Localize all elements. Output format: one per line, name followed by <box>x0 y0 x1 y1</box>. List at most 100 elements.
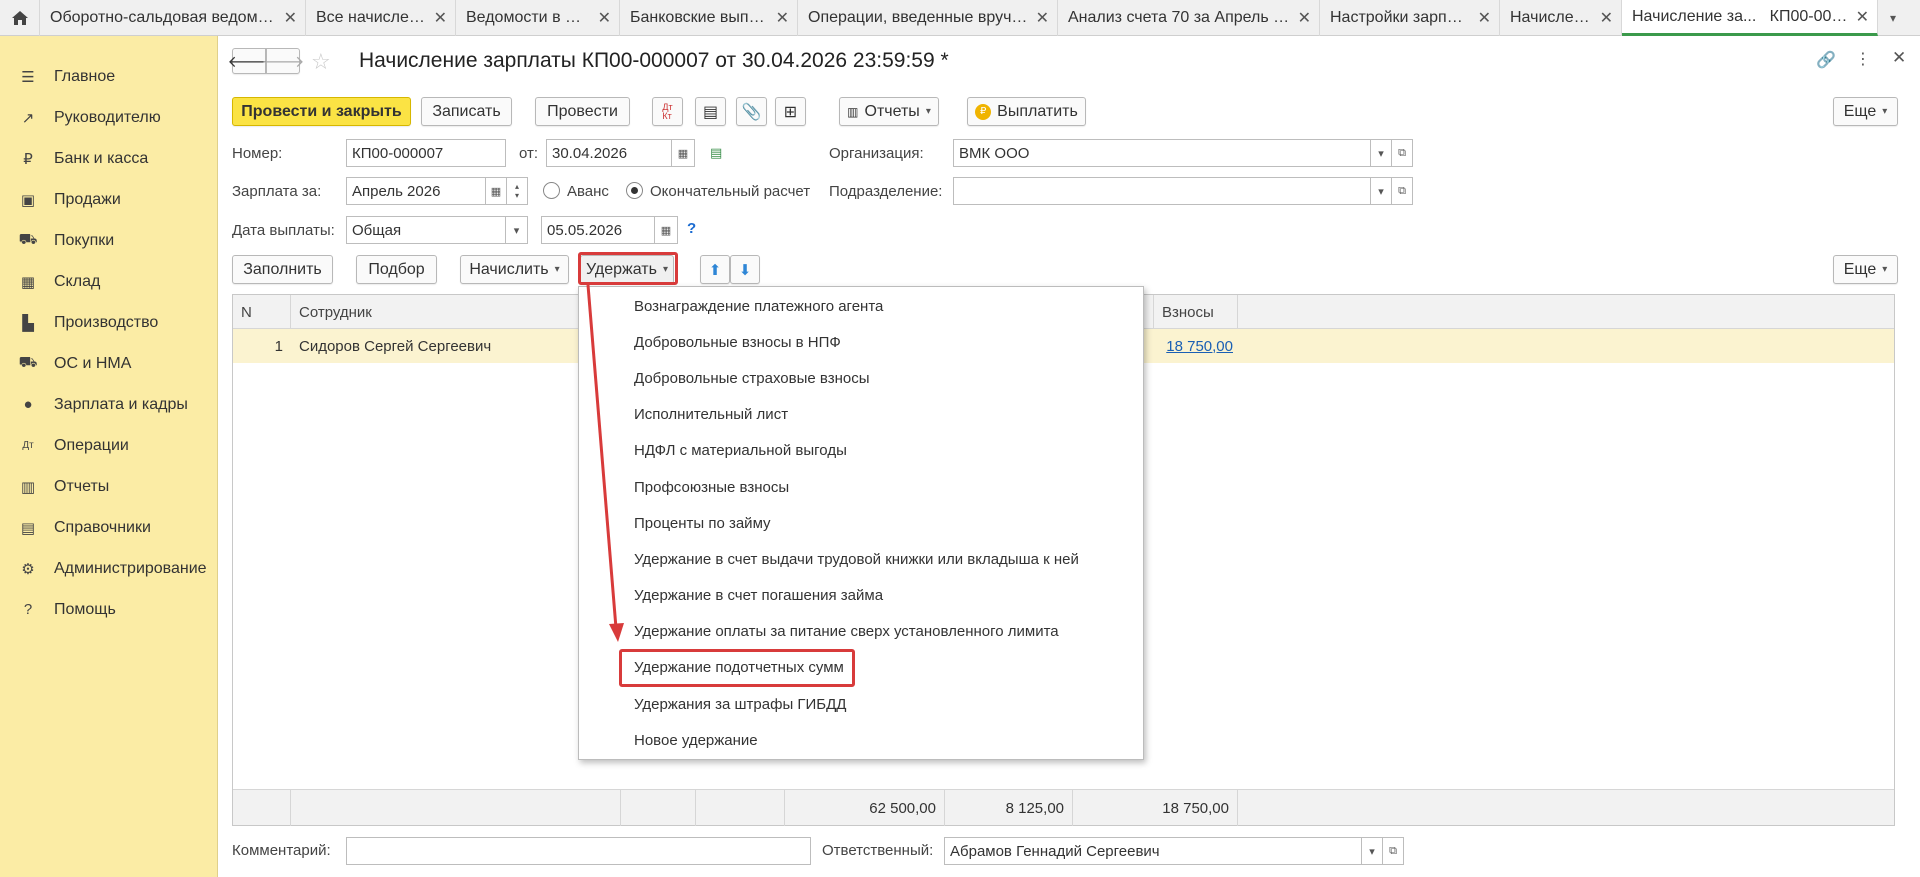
tab-bank-statements-list[interactable]: Ведомости в банк ✕ <box>456 0 620 36</box>
close-icon[interactable]: ✕ <box>434 8 447 28</box>
open-icon[interactable]: ⧉ <box>1391 177 1413 205</box>
salary-period-field[interactable]: Апрель 2026 <box>346 177 486 205</box>
chevron-down-icon[interactable]: ▾ <box>1361 837 1383 865</box>
sidebar-item-main[interactable]: ☰ Главное <box>0 56 217 97</box>
sidebar-item-fixed-assets[interactable]: ⛟ ОС и НМА <box>0 343 217 384</box>
structure-button[interactable]: ⊞ <box>775 97 806 126</box>
menu-item-traffic-fines[interactable]: Удержания за штрафы ГИБДД <box>579 686 1143 722</box>
post-and-close-button[interactable]: Провести и закрыть <box>232 97 411 126</box>
tabs-more-button[interactable]: ▾ <box>1878 0 1908 36</box>
menu-item-insurance[interactable]: Добровольные страховые взносы <box>579 360 1143 396</box>
pay-date-field[interactable]: 05.05.2026 <box>541 216 655 244</box>
sidebar-item-sales[interactable]: ▣ Продажи <box>0 179 217 220</box>
close-icon[interactable]: ✕ <box>776 8 789 28</box>
reports-button[interactable]: ▥ Отчеты ▾ <box>839 97 939 126</box>
responsible-field[interactable]: Абрамов Геннадий Сергеевич <box>944 837 1362 865</box>
advance-radio[interactable] <box>543 182 560 199</box>
number-field[interactable]: КП00-000007 <box>346 139 506 167</box>
menu-item-new-withholding[interactable]: Новое удержание <box>579 722 1143 758</box>
tab-all-accruals[interactable]: Все начисления ✕ <box>306 0 456 36</box>
sidebar-item-warehouse[interactable]: ▦ Склад <box>0 261 217 302</box>
close-icon[interactable]: ✕ <box>1036 8 1049 28</box>
edit-check-icon[interactable]: ▤ <box>710 145 722 161</box>
date-field[interactable]: 30.04.2026 <box>546 139 672 167</box>
calendar-icon[interactable]: ▦ <box>485 177 507 205</box>
tab-manual-operations[interactable]: Операции, введенные вручную ✕ <box>798 0 1058 36</box>
menu-item-loan-interest[interactable]: Проценты по займу <box>579 505 1143 541</box>
close-icon[interactable]: ✕ <box>598 8 611 28</box>
employee-name[interactable]: Сидоров Сергей Сергеевич <box>299 329 599 363</box>
attach-button[interactable]: 📎 <box>736 97 767 126</box>
sidebar-item-purchases[interactable]: ⛟ Покупки <box>0 220 217 261</box>
column-header-n[interactable]: N <box>233 295 291 329</box>
column-header-employee[interactable]: Сотрудник <box>291 295 621 329</box>
accrue-button[interactable]: Начислить ▾ <box>460 255 569 284</box>
chevron-down-icon[interactable]: ▾ <box>1370 177 1392 205</box>
sidebar-item-reports[interactable]: ▥ Отчеты <box>0 466 217 507</box>
link-icon[interactable]: 🔗 <box>1816 50 1836 70</box>
help-icon[interactable]: ? <box>687 220 696 237</box>
sidebar-item-manager[interactable]: ↗ Руководителю <box>0 97 217 138</box>
pay-type-field[interactable]: Общая <box>346 216 506 244</box>
select-button[interactable]: Подбор <box>356 255 437 284</box>
menu-item-accountable-sums[interactable]: Удержание подотчетных сумм <box>579 650 1143 686</box>
menu-item-meals[interactable]: Удержание оплаты за питание сверх устано… <box>579 614 1143 650</box>
more-vertical-icon[interactable]: ⋮ <box>1855 49 1871 69</box>
favorite-star-icon[interactable]: ☆ <box>311 49 331 75</box>
close-icon[interactable]: ✕ <box>1892 48 1906 68</box>
menu-item-union[interactable]: Профсоюзные взносы <box>579 469 1143 505</box>
menu-item-writ[interactable]: Исполнительный лист <box>579 397 1143 433</box>
menu-item-work-book[interactable]: Удержание в счет выдачи трудовой книжки … <box>579 541 1143 577</box>
calendar-icon[interactable]: ▦ <box>671 139 695 167</box>
stepper-down-icon[interactable]: ▾ <box>515 191 519 200</box>
fill-button[interactable]: Заполнить <box>232 255 333 284</box>
more-button[interactable]: Еще ▾ <box>1833 97 1898 126</box>
chevron-down-icon[interactable]: ▾ <box>1370 139 1392 167</box>
org-field[interactable]: ВМК ООО <box>953 139 1371 167</box>
stepper-up-icon[interactable]: ▴ <box>515 182 519 191</box>
home-tab[interactable] <box>0 0 40 36</box>
dept-field[interactable] <box>953 177 1371 205</box>
document-list-button[interactable]: ▤ <box>695 97 726 126</box>
sidebar-item-admin[interactable]: ⚙ Администрирование <box>0 548 217 589</box>
calendar-icon[interactable]: ▦ <box>654 216 678 244</box>
menu-item-agent-fee[interactable]: Вознаграждение платежного агента <box>579 288 1143 324</box>
menu-item-loan-repayment[interactable]: Удержание в счет погашения займа <box>579 578 1143 614</box>
period-stepper[interactable]: ▴ ▾ <box>506 177 528 205</box>
close-icon[interactable]: ✕ <box>1298 8 1311 28</box>
tab-salary-settings[interactable]: Настройки зарплаты ✕ <box>1320 0 1500 36</box>
withhold-button[interactable]: Удержать ▾ <box>580 255 674 284</box>
close-icon[interactable]: ✕ <box>1478 8 1491 28</box>
move-down-button[interactable]: ⬇ <box>730 255 760 284</box>
move-up-button[interactable]: ⬆ <box>700 255 730 284</box>
sidebar-item-production[interactable]: ▙ Производство <box>0 302 217 343</box>
open-icon[interactable]: ⧉ <box>1382 837 1404 865</box>
chevron-down-icon[interactable]: ▾ <box>505 216 528 244</box>
column-header-contributions[interactable]: Взносы <box>1153 295 1238 329</box>
menu-item-npf[interactable]: Добровольные взносы в НПФ <box>579 324 1143 360</box>
tab-account-analysis[interactable]: Анализ счета 70 за Апрель 2... ✕ <box>1058 0 1320 36</box>
tab-osv[interactable]: Оборотно-сальдовая ведомо... ✕ <box>40 0 306 36</box>
tab-current-document[interactable]: Начисление за... КП00-000007 ✕ <box>1622 0 1878 36</box>
close-icon[interactable]: ✕ <box>1600 8 1613 28</box>
save-button[interactable]: Записать <box>421 97 512 126</box>
tab-accruals[interactable]: Начисления ✕ <box>1500 0 1622 36</box>
contributions-link[interactable]: 18 750,00 <box>1153 329 1233 363</box>
sidebar-item-operations[interactable]: Дт Операции <box>0 425 217 466</box>
close-icon[interactable]: ✕ <box>1856 7 1869 27</box>
final-radio[interactable] <box>626 182 643 199</box>
table-more-button[interactable]: Еще ▾ <box>1833 255 1898 284</box>
open-icon[interactable]: ⧉ <box>1391 139 1413 167</box>
forward-button[interactable]: 🡒 <box>262 48 304 74</box>
tab-bank-statements[interactable]: Банковские выписки ✕ <box>620 0 798 36</box>
comment-field[interactable] <box>346 837 811 865</box>
debit-credit-button[interactable]: Дт Кт <box>652 97 683 126</box>
post-button[interactable]: Провести <box>535 97 630 126</box>
menu-item-ndfl-benefit[interactable]: НДФЛ с материальной выгоды <box>579 433 1143 469</box>
close-icon[interactable]: ✕ <box>284 8 297 28</box>
sidebar-item-catalogs[interactable]: ▤ Справочники <box>0 507 217 548</box>
sidebar-item-bank[interactable]: ₽ Банк и касса <box>0 138 217 179</box>
sidebar-item-salary[interactable]: ● Зарплата и кадры <box>0 384 217 425</box>
sidebar-item-help[interactable]: ? Помощь <box>0 589 217 630</box>
pay-button[interactable]: ₽ Выплатить <box>967 97 1086 126</box>
